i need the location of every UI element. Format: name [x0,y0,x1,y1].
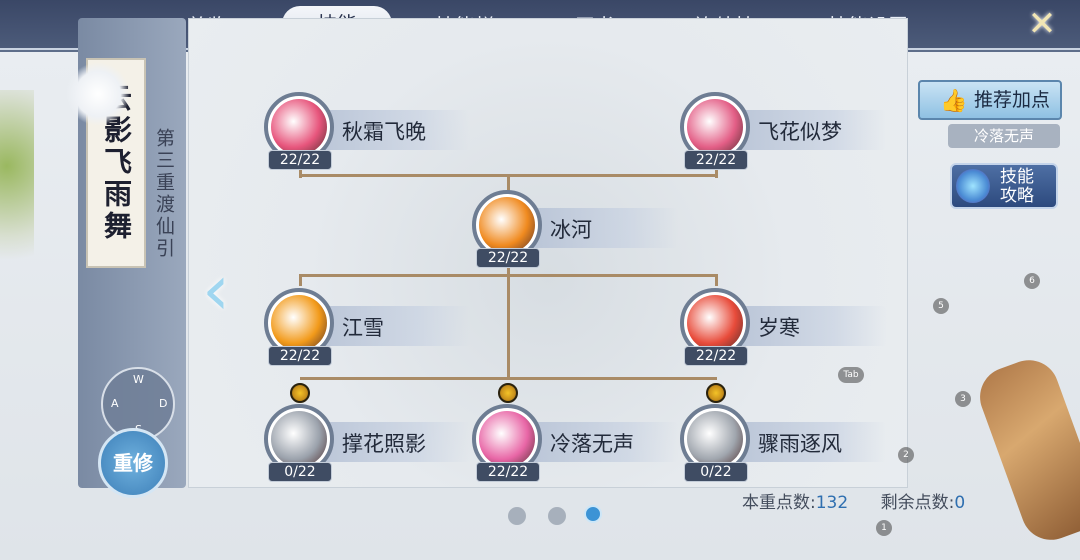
hotkey-marker: 6 [1024,273,1040,289]
hotkey-marker: 5 [933,298,949,314]
skill-guide-button[interactable]: 技能 攻略 [950,163,1058,209]
recommend-target-label: 冷落无声 [948,124,1060,148]
skill-level: 22/22 [684,346,748,366]
school-subtitle: 第三重渡仙引 [153,128,175,260]
page-dot[interactable] [548,507,566,525]
guide-label-line1: 技能 [1000,167,1034,187]
skill-level: 22/22 [476,462,540,482]
skill-node[interactable]: 冰河 22/22 [468,186,688,268]
skill-level: 22/22 [684,150,748,170]
skill-level: 22/22 [268,150,332,170]
skill-node[interactable]: 岁寒 22/22 [676,284,896,366]
remaining-points-label: 剩余点数: [880,493,955,513]
skill-name: 冷落无声 [550,432,634,456]
skill-node[interactable]: 冷落无声 22/22 [468,400,688,482]
skill-name: 冰河 [550,218,592,242]
tree-connector [300,274,717,277]
tree-connector [300,377,717,380]
skill-node[interactable]: 飞花似梦 22/22 [676,88,896,170]
skill-icon-fill [479,197,535,253]
skill-level: 22/22 [268,346,332,366]
skill-name: 秋霜飞晚 [342,120,426,144]
page-dot-active[interactable] [584,505,602,523]
recommend-label: 推荐加点 [974,89,1051,111]
skill-level: 0/22 [684,462,748,482]
tree-connector [507,262,510,380]
skill-icon-fill [687,411,743,467]
total-points-label: 本重点数: [742,493,816,513]
hotkey-marker: 3 [955,391,971,407]
total-points-value: 132 [815,493,849,513]
skill-node[interactable]: 撑花照影 0/22 [260,400,480,482]
skill-icon-fill [271,411,327,467]
skill-icon-fill [687,99,743,155]
prev-page-arrow-icon[interactable]: ‹ [196,252,236,328]
remaining-points-value: 0 [954,493,966,513]
skill-node[interactable]: 骤雨逐风 0/22 [676,400,896,482]
thumbs-up-icon: 👍 [940,89,968,114]
skill-icon-fill [479,411,535,467]
hotkey-marker: 1 [876,520,892,536]
joystick-key-up: W [133,373,144,386]
close-icon[interactable]: ✕ [1022,4,1062,44]
hotkey-marker: 2 [898,447,914,463]
skill-icon-fill [271,295,327,351]
guide-label-line2: 攻略 [1000,186,1034,206]
points-readout: 本重点数:132 剩余点数:0 [742,488,965,513]
skill-name: 江雪 [342,316,384,340]
reset-skills-button[interactable]: 重修 [98,428,168,498]
skill-node[interactable]: 秋霜飞晚 22/22 [260,88,480,170]
skill-name: 骤雨逐风 [758,432,842,456]
decorative-plant [0,90,34,280]
skill-node[interactable]: 江雪 22/22 [260,284,480,366]
skill-icon-fill [271,99,327,155]
skill-level: 22/22 [476,248,540,268]
skill-name: 飞花似梦 [758,120,842,144]
recommend-points-button[interactable]: 👍 推荐加点 [918,80,1062,120]
lotus-ornament-icon [66,62,130,126]
skill-icon-fill [687,295,743,351]
skill-name: 岁寒 [758,316,800,340]
skill-name: 撑花照影 [342,432,426,456]
joystick-key-right: D [159,397,168,410]
page-dot[interactable] [508,507,526,525]
joystick-key-left: A [111,397,119,410]
skill-level: 0/22 [268,462,332,482]
tab-key-hint: Tab [838,367,864,383]
guide-icon [956,169,990,203]
